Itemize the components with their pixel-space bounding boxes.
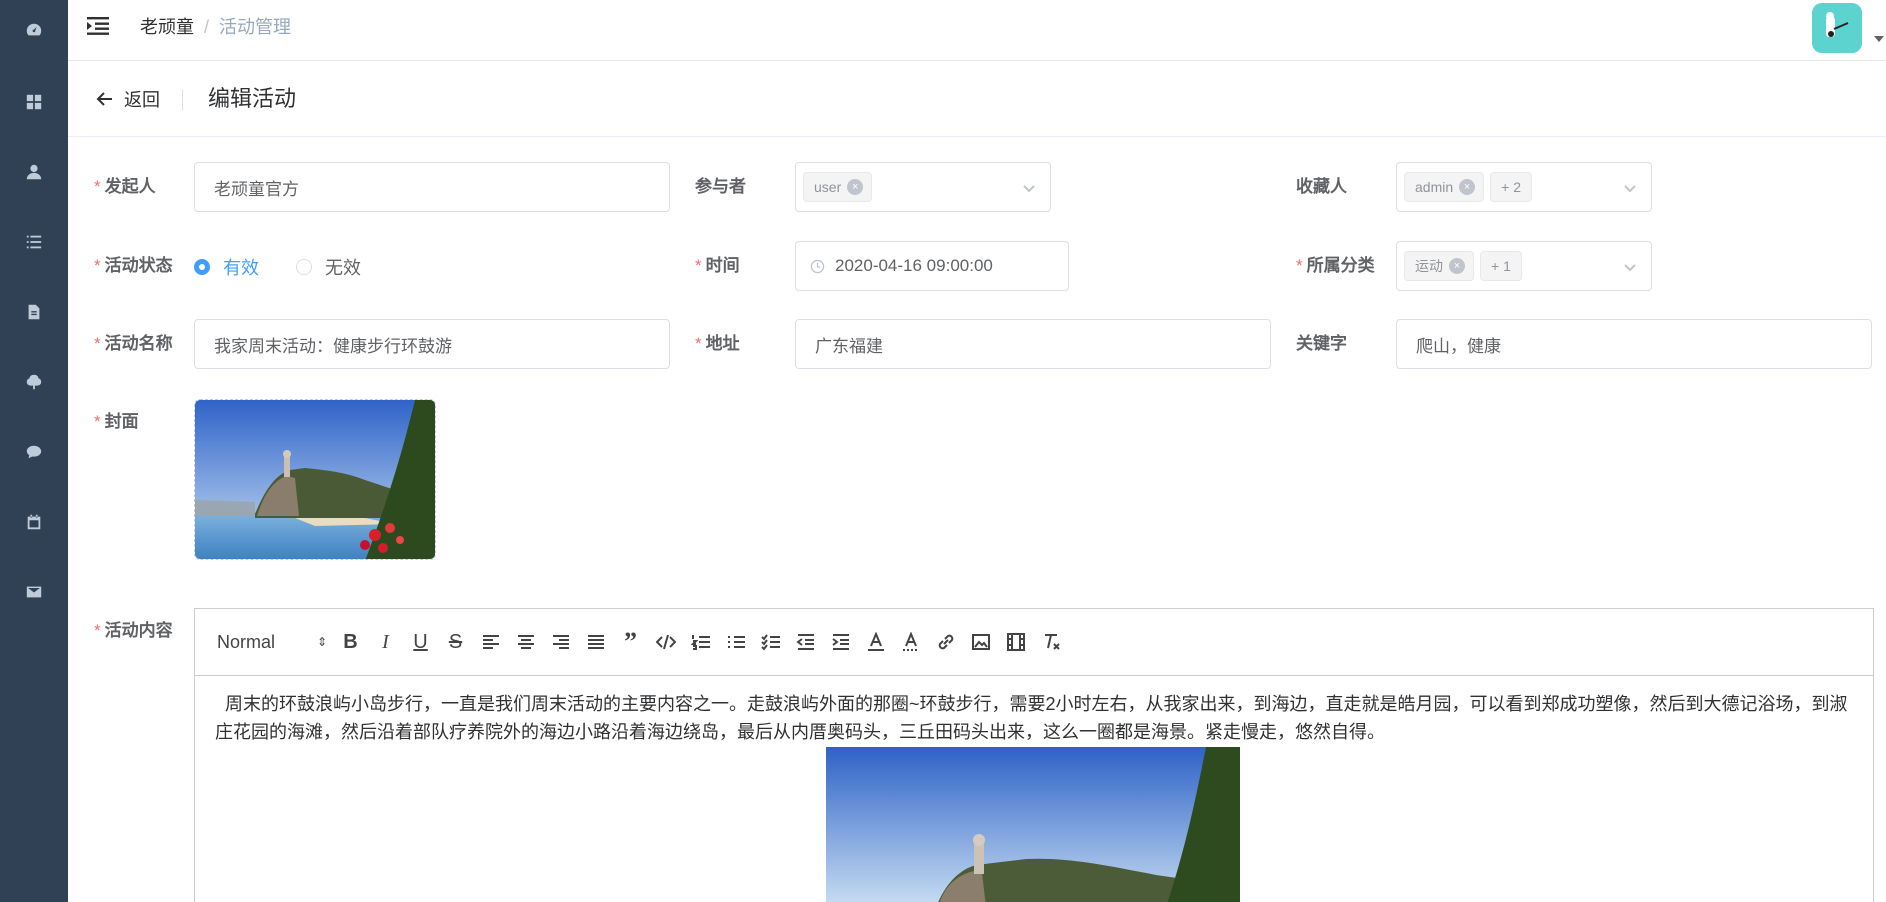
breadcrumb: 老顽童 / 活动管理 — [140, 16, 291, 38]
tree-icon[interactable] — [24, 372, 44, 392]
participants-label: 参与者 — [695, 177, 746, 196]
name-label: * 活动名称 — [94, 334, 173, 353]
keywords-label: 关键字 — [1296, 334, 1347, 353]
align-center-icon[interactable] — [508, 627, 543, 657]
avatar[interactable] — [1812, 3, 1862, 53]
breadcrumb-root[interactable]: 老顽童 — [140, 17, 194, 37]
tag-close-icon[interactable]: × — [847, 179, 864, 195]
list-icon[interactable] — [24, 232, 44, 252]
editor-toolbar: Normal ⇕ B I U S ” — [194, 608, 1874, 676]
grid-icon[interactable] — [24, 92, 44, 112]
radio-unchecked-icon — [296, 259, 312, 275]
sidebar — [0, 0, 68, 902]
status-label: * 活动状态 — [94, 256, 173, 275]
underline-icon[interactable]: U — [403, 627, 438, 657]
content-image[interactable] — [826, 747, 1240, 902]
chevron-down-icon — [1623, 181, 1637, 195]
chat-icon[interactable] — [24, 442, 44, 462]
video-icon[interactable] — [998, 627, 1033, 657]
category-label: * 所属分类 — [1296, 256, 1375, 275]
initiator-label: * 发起人 — [94, 177, 156, 196]
strike-icon[interactable]: S — [438, 627, 473, 657]
clock-icon — [810, 259, 825, 273]
background-color-icon[interactable] — [893, 627, 928, 657]
code-icon[interactable] — [648, 627, 683, 657]
content-label: * 活动内容 — [94, 621, 173, 640]
document-icon[interactable] — [24, 302, 44, 322]
dashboard-icon[interactable] — [24, 20, 44, 40]
time-label: * 时间 — [695, 256, 740, 275]
back-button[interactable]: 返回 — [96, 84, 160, 114]
quote-icon[interactable]: ” — [613, 627, 648, 657]
collectors-label: 收藏人 — [1296, 177, 1347, 196]
collector-more-tag: + 2 — [1490, 172, 1532, 202]
status-radio-invalid[interactable]: 无效 — [296, 254, 361, 280]
page-header: 返回 编辑活动 — [68, 62, 1886, 137]
caret-down-icon[interactable] — [1874, 36, 1884, 42]
chevron-down-icon — [1623, 260, 1637, 274]
participant-tag: user × — [803, 172, 873, 202]
image-icon[interactable] — [963, 627, 998, 657]
category-tag: 运动 × — [1404, 251, 1474, 281]
cover-image[interactable] — [194, 399, 436, 560]
breadcrumb-current: 活动管理 — [219, 17, 292, 37]
updown-icon: ⇕ — [316, 635, 327, 649]
menu-toggle-icon[interactable] — [87, 16, 109, 36]
ordered-list-icon[interactable] — [683, 627, 718, 657]
mail-icon[interactable] — [24, 582, 44, 602]
navbar: 老顽童 / 活动管理 — [68, 0, 1886, 61]
editor-body[interactable]: 周末的环鼓浪屿小岛步行，一直是我们周末活动的主要内容之一。走鼓浪屿外面的那圈~环… — [194, 675, 1874, 902]
editor-text: 周末的环鼓浪屿小岛步行，一直是我们周末活动的主要内容之一。走鼓浪屿外面的那圈~环… — [215, 694, 1848, 742]
time-value: 2020-04-16 09:00:00 — [835, 256, 993, 275]
page-title: 编辑活动 — [208, 86, 297, 111]
outdent-icon[interactable] — [788, 627, 823, 657]
address-label: * 地址 — [695, 334, 740, 353]
collector-tag: admin × — [1404, 172, 1485, 202]
italic-icon[interactable]: I — [368, 627, 403, 657]
name-input[interactable]: 我家周末活动：健康步行环鼓游 — [194, 319, 670, 369]
keywords-input[interactable]: 爬山，健康 — [1396, 319, 1872, 369]
bold-icon[interactable]: B — [333, 627, 368, 657]
check-list-icon[interactable] — [753, 627, 788, 657]
bullet-list-icon[interactable] — [718, 627, 753, 657]
align-left-icon[interactable] — [473, 627, 508, 657]
breadcrumb-separator: / — [204, 17, 210, 37]
time-picker[interactable]: 2020-04-16 09:00:00 — [795, 241, 1069, 291]
tag-close-icon[interactable]: × — [1449, 258, 1465, 274]
align-right-icon[interactable] — [543, 627, 578, 657]
status-radio-valid[interactable]: 有效 — [194, 254, 259, 280]
category-select[interactable]: 运动 × + 1 — [1396, 241, 1652, 291]
initiator-input[interactable]: 老顽童官方 — [194, 162, 670, 212]
align-justify-icon[interactable] — [578, 627, 613, 657]
address-input[interactable]: 广东福建 — [795, 319, 1271, 369]
participants-select[interactable]: user × — [795, 162, 1051, 212]
link-icon[interactable] — [928, 627, 963, 657]
chevron-down-icon — [1022, 181, 1036, 195]
text-color-icon[interactable] — [858, 627, 893, 657]
radio-checked-icon — [194, 259, 210, 275]
collectors-select[interactable]: admin × + 2 — [1396, 162, 1652, 212]
format-select[interactable]: Normal ⇕ — [217, 632, 327, 653]
back-label: 返回 — [124, 90, 160, 110]
indent-icon[interactable] — [823, 627, 858, 657]
category-more-tag: + 1 — [1480, 251, 1522, 281]
clear-format-icon[interactable] — [1033, 627, 1068, 657]
calendar-icon[interactable] — [24, 512, 44, 532]
arrow-left-icon — [96, 92, 112, 106]
cover-label: * 封面 — [94, 412, 139, 431]
user-icon[interactable] — [24, 162, 44, 182]
tag-close-icon[interactable]: × — [1459, 179, 1476, 195]
main-area: 老顽童 / 活动管理 返回 编辑活动 * 发起人 老顽童官方 参与者 user × 收藏… — [68, 0, 1886, 902]
divider — [182, 90, 183, 110]
